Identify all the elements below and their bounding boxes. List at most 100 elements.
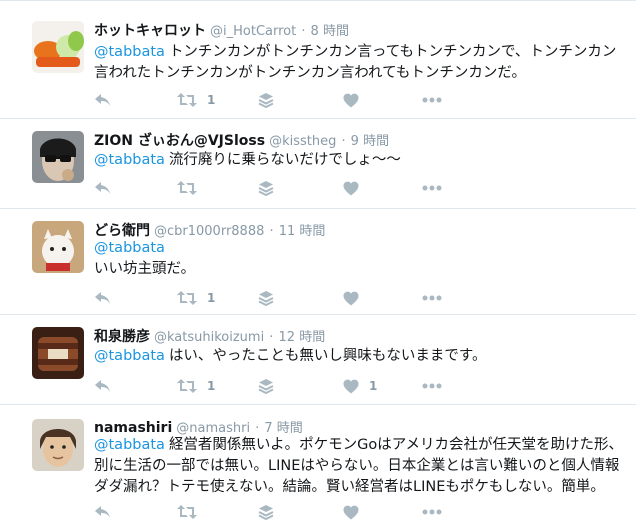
reply-button[interactable] [94, 502, 112, 522]
tweet-item[interactable]: どら衛門 @cbr1000rr8888 · 11 時間 @tabbata いい坊主… [0, 208, 636, 314]
timestamp[interactable]: 12 時間 [279, 330, 326, 345]
tweet-text: @tabbata いい坊主頭だ。 [94, 238, 629, 280]
like-count: 1 [369, 379, 378, 393]
more-button[interactable] [422, 90, 442, 110]
stack-button[interactable] [258, 178, 274, 198]
more-button[interactable] [422, 376, 442, 396]
like-button[interactable]: 1 [343, 376, 377, 396]
retweet-icon [177, 181, 197, 195]
heart-icon [343, 291, 359, 305]
more-button[interactable] [422, 178, 442, 198]
retweet-button[interactable]: 1 [177, 376, 215, 396]
timestamp[interactable]: 9 時間 [351, 134, 389, 149]
tweet-actions: 1 [94, 90, 494, 110]
mention-link[interactable]: @tabbata [94, 348, 165, 364]
stack-button[interactable] [258, 376, 274, 396]
like-button[interactable] [343, 178, 369, 198]
stack-icon [258, 379, 274, 394]
reply-icon [95, 506, 110, 518]
stack-icon [258, 181, 274, 196]
timestamp[interactable]: 8 時間 [311, 24, 349, 39]
username[interactable]: @kisstheg [269, 134, 336, 149]
tweet-item[interactable]: ホットキャロット @i_HotCarrot · 8 時間 @tabbata トンチン… [0, 0, 636, 118]
reply-button[interactable] [94, 178, 112, 198]
stack-icon [258, 291, 274, 306]
retweet-button[interactable]: 1 [177, 90, 215, 110]
stack-icon [258, 93, 274, 108]
mention-link[interactable]: @tabbata [94, 437, 165, 453]
tweet-text: @tabbata 経営者関係無いよ。ポケモンGoはアメリカ会社が任天堂を助けた形、… [94, 435, 629, 498]
mention-link[interactable]: @tabbata [94, 44, 165, 60]
reply-button[interactable] [94, 376, 112, 396]
display-name[interactable]: どら衛門 [94, 223, 150, 239]
separator-dot: · [341, 134, 346, 149]
retweet-icon [177, 93, 197, 107]
username[interactable]: @katsuhikoizumi [154, 330, 264, 345]
username[interactable]: @cbr1000rr8888 [154, 224, 264, 239]
retweet-icon [177, 379, 197, 393]
display-name[interactable]: ZION ざぃおん@VJSloss [94, 133, 265, 149]
timestamp[interactable]: 7 時間 [264, 421, 302, 436]
retweet-count: 1 [207, 379, 216, 393]
display-name[interactable]: ホットキャロット [94, 23, 206, 39]
reply-icon [95, 292, 110, 304]
tweet-body: いい坊主頭だ。 [94, 261, 196, 277]
avatar[interactable] [32, 419, 84, 471]
avatar[interactable] [32, 327, 84, 379]
like-button[interactable] [343, 288, 369, 308]
tweet-item[interactable]: ZION ざぃおん@VJSloss @kisstheg · 9 時間 @tabba… [0, 118, 636, 208]
mention-link[interactable]: @tabbata [94, 238, 625, 259]
tweet-header: ZION ざぃおん@VJSloss @kisstheg · 9 時間 [94, 131, 389, 151]
heart-icon [343, 379, 359, 393]
retweet-button[interactable] [177, 502, 207, 522]
stack-button[interactable] [258, 288, 274, 308]
like-button[interactable] [343, 502, 369, 522]
username[interactable]: @namashri [176, 421, 250, 436]
separator-dot: · [269, 330, 274, 345]
tweet-text: @tabbata トンチンカンがトンチンカン言ってもトンチンカンで、トンチンカン言… [94, 42, 629, 84]
more-icon [422, 97, 442, 103]
stack-button[interactable] [258, 502, 274, 522]
tweet-actions [94, 178, 494, 198]
tweet-item[interactable]: namashiri @namashri · 7 時間 @tabbata 経営者関係無… [0, 404, 636, 531]
reply-icon [95, 94, 110, 106]
tweet-actions: 1 [94, 288, 494, 308]
mention-link[interactable]: @tabbata [94, 152, 165, 168]
retweet-count: 1 [207, 93, 216, 107]
avatar[interactable] [32, 21, 84, 73]
separator-dot: · [269, 224, 274, 239]
reply-button[interactable] [94, 90, 112, 110]
more-button[interactable] [422, 502, 442, 522]
tweet-body: はい、やったことも無いし興味もないままです。 [168, 348, 487, 364]
reply-button[interactable] [94, 288, 112, 308]
heart-icon [343, 505, 359, 519]
tweet-header: ホットキャロット @i_HotCarrot · 8 時間 [94, 21, 349, 41]
display-name[interactable]: 和泉勝彦 [94, 329, 150, 345]
display-name[interactable]: namashiri [94, 420, 172, 436]
tweet-body: 流行廃りに乗らないだけでしょ〜〜 [168, 152, 401, 168]
timestamp[interactable]: 11 時間 [279, 224, 326, 239]
tweet-body: トンチンカンがトンチンカン言ってもトンチンカンで、トンチンカン言われたトンチンカ… [94, 44, 617, 81]
retweet-button[interactable] [177, 178, 207, 198]
tweet-actions [94, 502, 494, 522]
retweet-icon [177, 505, 197, 519]
avatar[interactable] [32, 131, 84, 183]
tweet-text: @tabbata はい、やったことも無いし興味もないままです。 [94, 346, 629, 367]
tweet-item[interactable]: 和泉勝彦 @katsuhikoizumi · 12 時間 @tabbata はい、や… [0, 314, 636, 404]
separator-dot: · [301, 24, 306, 39]
tweet-body: 経営者関係無いよ。ポケモンGoはアメリカ会社が任天堂を助けた形、別に生活の一部で… [94, 437, 624, 495]
retweet-count: 1 [207, 291, 216, 305]
stack-icon [258, 505, 274, 520]
stack-button[interactable] [258, 90, 274, 110]
more-button[interactable] [422, 288, 442, 308]
reply-icon [95, 182, 110, 194]
username[interactable]: @i_HotCarrot [210, 24, 296, 39]
retweet-button[interactable]: 1 [177, 288, 215, 308]
more-icon [422, 383, 442, 389]
like-button[interactable] [343, 90, 369, 110]
separator-dot: · [255, 421, 260, 436]
reply-icon [95, 380, 110, 392]
more-icon [422, 509, 442, 515]
retweet-icon [177, 291, 197, 305]
avatar[interactable] [32, 221, 84, 273]
